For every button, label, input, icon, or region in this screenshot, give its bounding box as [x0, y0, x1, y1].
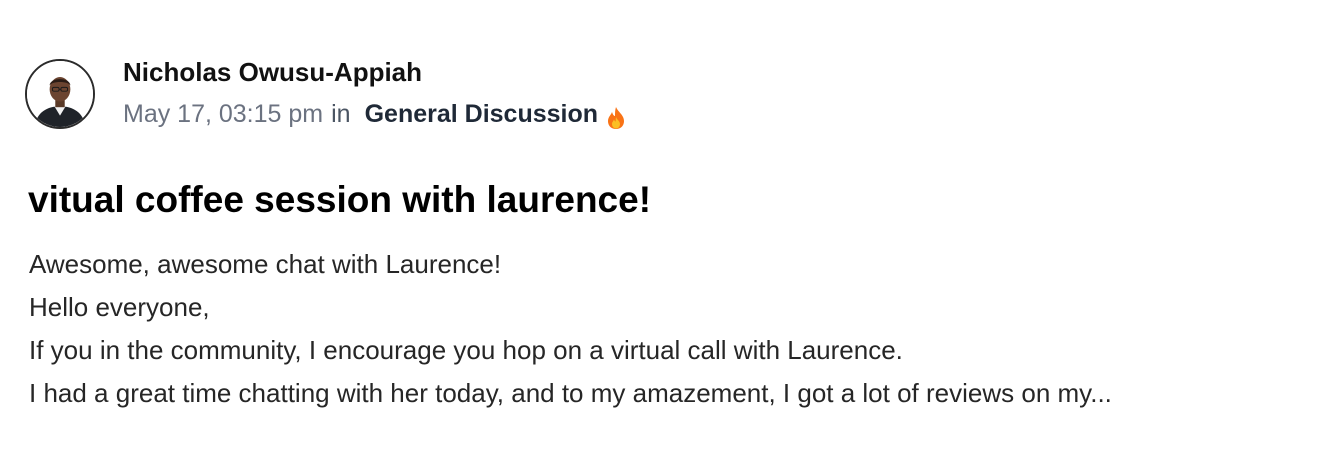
- avatar-portrait-icon: [27, 61, 93, 127]
- space-name: General Discussion: [364, 100, 599, 128]
- post-body-line: I had a great time chatting with her tod…: [29, 378, 1112, 408]
- space-link[interactable]: General Discussion: [365, 100, 626, 129]
- post-date: May 17, 03:15 pm: [123, 100, 324, 128]
- feed-post: Nicholas Owusu-Appiah May 17, 03:15 pm i…: [0, 0, 1340, 462]
- post-body-line: Awesome, awesome chat with Laurence!: [29, 249, 502, 279]
- post-body-line: Hello everyone,: [29, 292, 210, 322]
- post-title[interactable]: vitual coffee session with laurence!: [28, 179, 651, 221]
- meta-in-label: in: [331, 100, 351, 128]
- author-name[interactable]: Nicholas Owusu-Appiah: [123, 57, 422, 88]
- post-body: Awesome, awesome chat with Laurence! Hel…: [29, 243, 1112, 415]
- author-avatar[interactable]: [25, 59, 95, 129]
- fire-icon: [606, 106, 626, 130]
- post-body-line: If you in the community, I encourage you…: [29, 335, 903, 365]
- post-meta: May 17, 03:15 pm in General Discussion: [123, 100, 626, 129]
